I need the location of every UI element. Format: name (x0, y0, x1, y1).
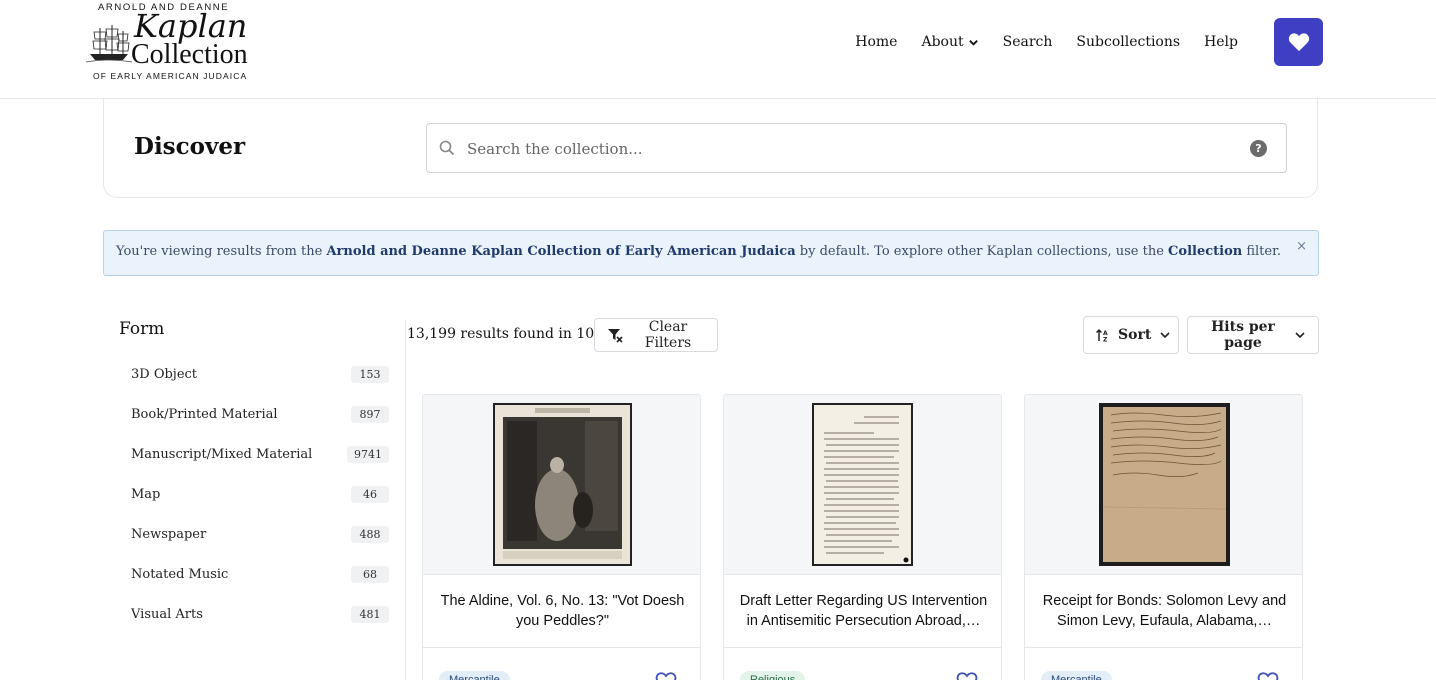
heart-outline-icon[interactable] (655, 671, 677, 680)
site-header: ARNOLD AND DEANNE Kaplan Collection OF E… (0, 0, 1436, 99)
search-icon (439, 140, 455, 156)
facet-label: Visual Arts (131, 606, 203, 622)
facet-label: Notated Music (131, 566, 229, 582)
card-divider (423, 647, 700, 648)
heart-outline-icon[interactable] (1257, 671, 1279, 680)
site-logo[interactable]: ARNOLD AND DEANNE Kaplan Collection OF E… (86, 2, 258, 82)
alert-prefix: You're viewing results from the (116, 244, 327, 259)
result-card[interactable]: Draft Letter Regarding US Intervention i… (723, 394, 1002, 680)
info-alert: You're viewing results from the Arnold a… (103, 230, 1319, 276)
nav-subcollections[interactable]: Subcollections (1076, 34, 1180, 50)
filter-clear-icon (608, 329, 623, 343)
nav-subcollections-label: Subcollections (1076, 34, 1181, 50)
facet-label: Manuscript/Mixed Material (131, 446, 313, 462)
card-thumbnail-area (724, 395, 1001, 575)
facet-count: 46 (351, 485, 389, 503)
card-title[interactable]: The Aldine, Vol. 6, No. 13: "Vot Doesh y… (437, 591, 688, 631)
facet-count: 897 (351, 405, 389, 423)
nav-search-label: Search (1002, 34, 1053, 50)
facet-label: Book/Printed Material (131, 406, 278, 422)
facet-count: 481 (351, 605, 389, 623)
sort-button[interactable]: AZ Sort (1083, 316, 1179, 354)
clear-filters-button[interactable]: Clear Filters (594, 318, 718, 352)
chevron-down-icon (1295, 332, 1305, 339)
alert-collection-name: Arnold and Deanne Kaplan Collection of E… (326, 244, 796, 259)
facet-title: Form (119, 319, 165, 339)
manuscript-image (814, 405, 911, 564)
facet-label: Newspaper (131, 526, 207, 542)
heart-icon (1288, 33, 1309, 52)
facet-item[interactable]: Map 46 (131, 483, 389, 505)
nav-about[interactable]: About (921, 34, 978, 50)
svg-text:Z: Z (1103, 337, 1108, 343)
engraving-image (495, 405, 630, 564)
results-count: 13,199 results found in 10ms (407, 326, 615, 342)
main-nav: Home About Search Subcollections Help (855, 30, 1238, 54)
facet-item[interactable]: Manuscript/Mixed Material 9741 (131, 443, 389, 465)
card-divider (724, 647, 1001, 648)
hits-per-page-button[interactable]: Hits per page (1187, 316, 1319, 354)
card-title[interactable]: Draft Letter Regarding US Intervention i… (738, 591, 989, 631)
card-thumbnail[interactable] (1099, 403, 1230, 566)
facet-item[interactable]: Visual Arts 481 (131, 603, 389, 625)
help-icon[interactable]: ? (1250, 140, 1267, 157)
nav-help[interactable]: Help (1204, 34, 1238, 50)
nav-help-label: Help (1204, 34, 1238, 50)
heart-outline-icon[interactable] (956, 671, 978, 680)
clear-filters-label: Clear Filters (644, 319, 692, 351)
card-divider (1025, 647, 1302, 648)
logo-line3: Collection (131, 39, 248, 70)
alert-suffix: filter. (1242, 244, 1281, 259)
facet-count: 68 (351, 565, 389, 583)
card-tag[interactable]: Mercantile (1041, 671, 1112, 680)
facet-item[interactable]: Newspaper 488 (131, 523, 389, 545)
nav-about-label: About (921, 34, 964, 50)
favorites-button[interactable] (1274, 18, 1323, 66)
facet-count: 9741 (347, 445, 389, 463)
card-tag[interactable]: Mercantile (439, 671, 510, 680)
facet-label: Map (131, 486, 161, 502)
search-input[interactable] (467, 136, 1247, 162)
card-thumbnail-area (423, 395, 700, 575)
card-thumbnail[interactable] (812, 403, 913, 566)
result-card[interactable]: The Aldine, Vol. 6, No. 13: "Vot Doesh y… (422, 394, 701, 680)
alert-middle: by default. To explore other Kaplan coll… (795, 244, 1169, 259)
card-thumbnail-area (1025, 395, 1302, 575)
nav-home-label: Home (855, 34, 898, 50)
nav-home[interactable]: Home (855, 34, 897, 50)
logo-line4: OF EARLY AMERICAN JUDAICA (93, 71, 248, 81)
facet-count: 153 (351, 365, 389, 383)
sidebar-divider (405, 320, 406, 680)
ship-icon (86, 25, 132, 63)
facet-count: 488 (351, 525, 389, 543)
facet-item[interactable]: Notated Music 68 (131, 563, 389, 585)
sort-label: Sort (1118, 327, 1152, 343)
alert-filter-name: Collection (1168, 244, 1243, 259)
chevron-down-icon (1160, 332, 1170, 339)
close-icon[interactable]: × (1296, 239, 1307, 254)
page-title: Discover (134, 133, 246, 160)
facet-item[interactable]: Book/Printed Material 897 (131, 403, 389, 425)
chevron-down-icon (968, 39, 978, 46)
nav-search[interactable]: Search (1003, 34, 1053, 50)
card-thumbnail[interactable] (493, 403, 632, 566)
hits-per-page-label: Hits per page (1211, 319, 1275, 351)
card-tag[interactable]: Religious (740, 671, 806, 680)
card-title[interactable]: Receipt for Bonds: Solomon Levy and Simo… (1039, 591, 1290, 631)
facet-label: 3D Object (131, 366, 198, 382)
search-box: ? (426, 123, 1287, 173)
result-card[interactable]: Receipt for Bonds: Solomon Levy and Simo… (1024, 394, 1303, 680)
receipt-image (1102, 407, 1227, 562)
sort-icon: AZ (1096, 328, 1108, 343)
facet-item[interactable]: 3D Object 153 (131, 363, 389, 385)
